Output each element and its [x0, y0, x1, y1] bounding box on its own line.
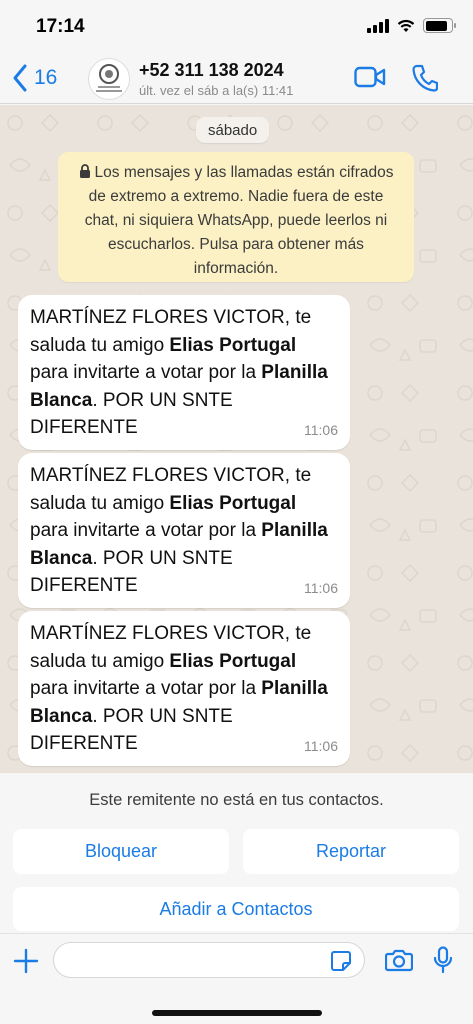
message-input-bar — [0, 933, 473, 1024]
unknown-sender-notice: Este remitente no está en tus contactos. — [89, 791, 384, 809]
message-time: 11:06 — [304, 737, 338, 754]
message-bubble[interactable]: MARTÍNEZ FLORES VICTOR, te saluda tu ami… — [18, 295, 350, 450]
sticker-button[interactable] — [330, 950, 352, 977]
unknown-sender-panel: Este remitente no está en tus contactos.… — [0, 773, 473, 933]
block-button[interactable]: Bloquear — [13, 829, 229, 874]
chevron-left-icon — [13, 64, 27, 92]
message-bold-text: Elias Portugal — [169, 492, 297, 514]
chat-area[interactable]: sábado Los mensajes y las llamadas están… — [0, 105, 473, 773]
battery-icon — [423, 18, 456, 33]
status-icons — [367, 18, 456, 33]
message-bold-text: Elias Portugal — [169, 334, 297, 356]
message-text: para invitarte a votar por la — [30, 678, 262, 699]
message-text: para invitarte a votar por la — [30, 362, 262, 383]
back-button[interactable]: 16 — [12, 64, 57, 92]
plus-icon — [13, 948, 39, 974]
lock-icon — [79, 164, 90, 178]
message-text: para invitarte a votar por la — [30, 520, 262, 541]
camera-icon — [384, 949, 414, 972]
sticker-icon — [331, 951, 351, 971]
encryption-notice-text: Los mensajes y las llamadas están cifrad… — [84, 164, 394, 277]
add-to-contacts-button[interactable]: Añadir a Contactos — [13, 887, 459, 931]
last-seen-status: últ. vez el sáb a la(s) 11:41 — [139, 83, 294, 98]
message-bubble[interactable]: MARTÍNEZ FLORES VICTOR, te saluda tu ami… — [18, 611, 350, 766]
microphone-button[interactable] — [433, 946, 453, 979]
message-time: 11:06 — [304, 421, 338, 438]
message-bold-text: Elias Portugal — [169, 650, 297, 672]
microphone-icon — [433, 946, 453, 974]
message-input-container — [53, 942, 365, 978]
message-bubble[interactable]: MARTÍNEZ FLORES VICTOR, te saluda tu ami… — [18, 453, 350, 608]
avatar[interactable] — [88, 58, 130, 100]
battery-fill — [425, 20, 447, 31]
phone-icon — [412, 64, 439, 92]
contact-logo-icon — [96, 64, 122, 92]
date-chip: sábado — [196, 117, 270, 143]
chat-header: 16 +52 311 138 2024 últ. vez el sáb a la… — [0, 56, 473, 104]
video-call-button[interactable] — [354, 66, 386, 93]
status-bar: 17:14 — [0, 0, 473, 56]
contact-name[interactable]: +52 311 138 2024 — [139, 60, 284, 81]
attach-button[interactable] — [13, 948, 39, 979]
voice-call-button[interactable] — [412, 64, 439, 97]
message-input[interactable] — [66, 943, 326, 977]
video-icon — [354, 66, 386, 88]
report-button[interactable]: Reportar — [243, 829, 459, 874]
encryption-notice[interactable]: Los mensajes y las llamadas están cifrad… — [58, 152, 414, 282]
signal-icon — [367, 18, 389, 33]
unread-count: 16 — [34, 66, 58, 89]
status-time: 17:14 — [36, 16, 85, 37]
camera-button[interactable] — [384, 948, 414, 977]
home-indicator[interactable] — [152, 1010, 322, 1016]
wifi-icon — [397, 19, 415, 32]
message-time: 11:06 — [304, 579, 338, 596]
